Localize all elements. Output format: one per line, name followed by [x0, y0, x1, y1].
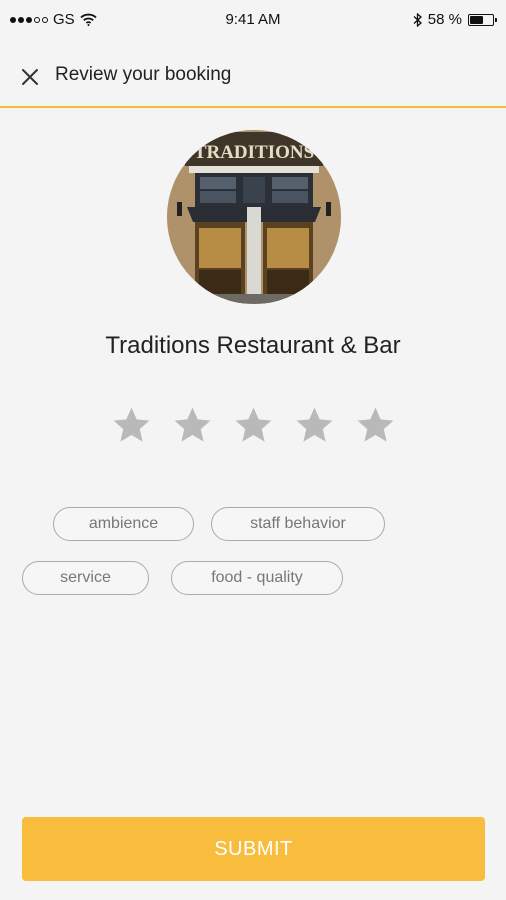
star-2-icon[interactable]: [171, 404, 214, 447]
header: Review your booking: [0, 48, 506, 108]
battery-percent: 58 %: [427, 11, 462, 28]
tag-food-quality[interactable]: food - quality: [171, 561, 343, 595]
submit-button[interactable]: SUBMIT: [22, 817, 485, 881]
restaurant-photo: TRADITIONS: [167, 130, 341, 304]
star-rating: [0, 404, 506, 447]
bluetooth-icon: [413, 12, 422, 27]
close-icon[interactable]: [18, 65, 42, 89]
battery-level-fill: [470, 15, 483, 24]
tag-ambience[interactable]: ambience: [53, 507, 194, 541]
page-title: Review your booking: [55, 64, 232, 85]
status-right: 58 %: [413, 11, 497, 28]
tag-service[interactable]: service: [22, 561, 149, 595]
star-3-icon[interactable]: [232, 404, 275, 447]
battery-icon: [468, 13, 497, 26]
restaurant-sign-text: TRADITIONS: [194, 142, 314, 163]
restaurant-name: Traditions Restaurant & Bar: [105, 332, 401, 359]
star-5-icon[interactable]: [354, 404, 397, 447]
star-1-icon[interactable]: [110, 404, 153, 447]
status-bar: GS 9:41 AM 58 %: [0, 0, 506, 40]
tag-staff-behavior[interactable]: staff behavior: [211, 507, 385, 541]
star-4-icon[interactable]: [293, 404, 336, 447]
